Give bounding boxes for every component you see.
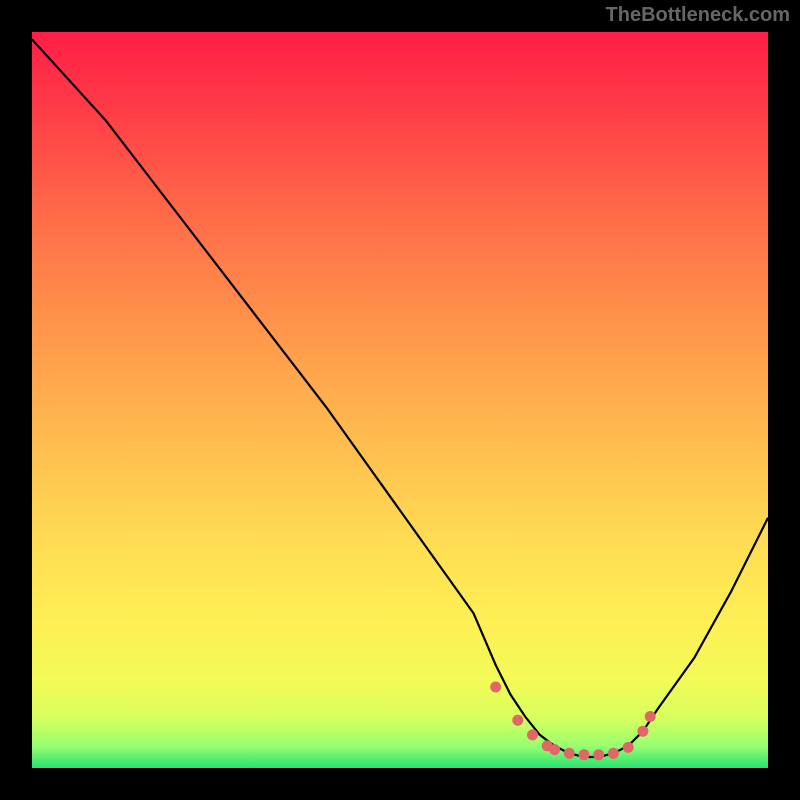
chart-svg [32,32,768,768]
dot [549,744,560,755]
dot [512,715,523,726]
watermark-text: TheBottleneck.com [606,4,790,27]
bottom-dots [490,682,656,761]
dot [608,748,619,759]
dot [645,711,656,722]
plot-area [32,32,768,768]
dot [564,748,575,759]
dot [579,749,590,760]
dot [527,729,538,740]
curve-line [32,39,768,757]
dot [593,749,604,760]
dot [623,742,634,753]
dot [490,682,501,693]
dot [637,726,648,737]
